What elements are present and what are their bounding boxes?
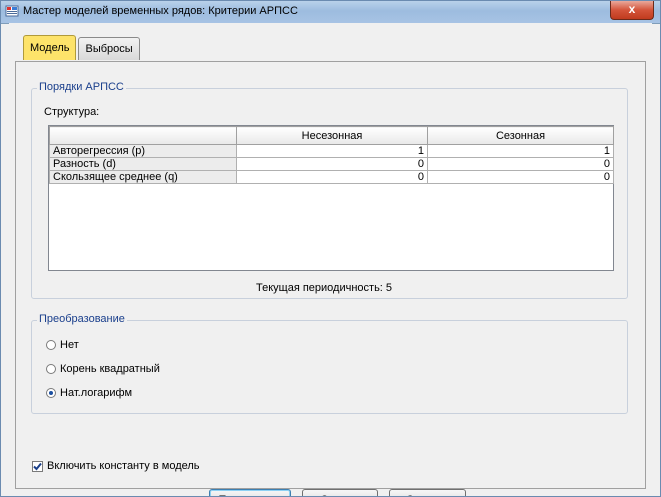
orders-grid: Несезонная Сезонная Авторегрессия (p) 1 … <box>48 125 614 271</box>
radio-button[interactable] <box>46 364 56 374</box>
cell-ar-nonseasonal[interactable]: 1 <box>236 144 428 158</box>
grid-corner-header <box>49 126 237 145</box>
window-title: Мастер моделей временных рядов: Критерии… <box>23 5 298 17</box>
transformation-group: Преобразование Нет Корень квадратный Нат… <box>31 313 628 414</box>
arima-orders-title: Порядки АРПСС <box>37 81 126 93</box>
cell-ma-seasonal[interactable]: 0 <box>427 170 614 184</box>
include-constant-label: Включить константу в модель <box>47 460 200 472</box>
tab-model[interactable]: Модель <box>23 35 77 60</box>
radio-none-label: Нет <box>60 339 79 351</box>
tab-strip: Модель Выбросы <box>23 35 142 61</box>
checkmark-icon <box>33 462 42 470</box>
arima-orders-group: Порядки АРПСС Структура: Несезонная Сезо… <box>31 81 628 299</box>
checkbox-box[interactable] <box>32 460 43 472</box>
cell-ar-seasonal[interactable]: 1 <box>427 144 614 158</box>
help-button[interactable]: Справка <box>389 489 466 496</box>
table-row: Авторегрессия (p) 1 1 <box>49 144 614 158</box>
radio-button[interactable] <box>46 340 56 350</box>
radio-square-root-label: Корень квадратный <box>60 363 160 375</box>
orders-table: Несезонная Сезонная Авторегрессия (p) 1 … <box>49 126 614 184</box>
tab-panel: Порядки АРПСС Структура: Несезонная Сезо… <box>15 61 646 496</box>
cancel-button[interactable]: Отмена <box>302 489 378 496</box>
table-row: Скользящее среднее (q) 0 0 <box>49 170 614 184</box>
table-row: Разность (d) 0 0 <box>49 157 614 171</box>
radio-selected-dot <box>49 391 53 395</box>
dialog-window: Мастер моделей временных рядов: Критерии… <box>0 0 661 497</box>
radio-button-selected[interactable] <box>46 388 56 398</box>
row-label-autoregression: Авторегрессия (p) <box>49 144 237 158</box>
cell-d-nonseasonal[interactable]: 0 <box>236 157 428 171</box>
cell-d-seasonal[interactable]: 0 <box>427 157 614 171</box>
row-label-difference: Разность (d) <box>49 157 237 171</box>
include-constant-checkbox[interactable]: Включить константу в модель <box>32 460 200 472</box>
tab-outliers[interactable]: Выбросы <box>78 37 140 60</box>
column-header-nonseasonal: Несезонная <box>236 126 428 145</box>
close-button[interactable]: x <box>610 1 654 20</box>
structure-label: Структура: <box>44 106 100 118</box>
close-icon: x <box>628 2 636 16</box>
periodicity-text: Текущая периодичность: 5 <box>256 282 393 294</box>
continue-button[interactable]: Продолжить <box>209 489 291 496</box>
cell-ma-nonseasonal[interactable]: 0 <box>236 170 428 184</box>
radio-natural-log-label: Нат.логарифм <box>60 387 133 399</box>
radio-square-root[interactable]: Корень квадратный <box>46 363 160 375</box>
app-icon <box>5 5 19 17</box>
row-label-moving-average: Скользящее среднее (q) <box>49 170 237 184</box>
dialog-body: Модель Выбросы Порядки АРПСС Структура: … <box>9 23 652 496</box>
transformation-title: Преобразование <box>37 313 127 325</box>
radio-natural-log[interactable]: Нат.логарифм <box>46 387 132 399</box>
column-header-seasonal: Сезонная <box>427 126 614 145</box>
radio-none[interactable]: Нет <box>46 339 79 351</box>
title-bar[interactable]: Мастер моделей временных рядов: Критерии… <box>1 1 660 24</box>
